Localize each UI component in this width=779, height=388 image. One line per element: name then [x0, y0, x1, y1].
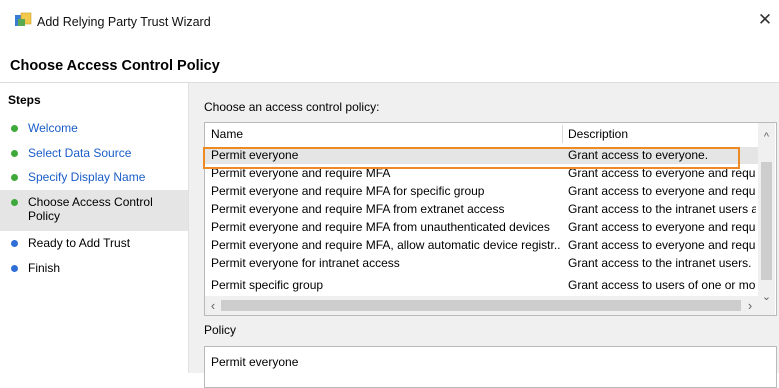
policy-name: Permit everyone and require MFA from ext… [211, 202, 505, 216]
policy-row[interactable]: Permit everyone and require MFA from una… [205, 219, 758, 236]
step-current-icon [11, 199, 18, 206]
step-complete-icon [11, 174, 18, 181]
policy-description: Grant access to everyone and requir [568, 184, 756, 198]
step-choose-access-control-policy[interactable]: Choose Access Control Policy [0, 190, 188, 231]
title-bar: Add Relying Party Trust Wizard ✕ [0, 0, 779, 44]
step-label: Ready to Add Trust [28, 236, 131, 250]
page-title: Choose Access Control Policy [10, 58, 220, 74]
window-title: Add Relying Party Trust Wizard [37, 15, 211, 29]
policy-description: Grant access to the intranet users an [568, 202, 756, 216]
policy-label: Policy [204, 323, 237, 337]
step-label: Specify Display Name [28, 170, 146, 184]
step-label: Select Data Source [28, 146, 132, 160]
policy-description: Grant access to users of one or more [568, 278, 756, 292]
vertical-scrollbar[interactable]: ^ ⌄ [758, 123, 775, 315]
policy-row[interactable]: Permit everyone and require MFA for spec… [205, 183, 758, 200]
scroll-thumb[interactable] [221, 300, 741, 311]
policy-description: Grant access to the intranet users. [568, 256, 752, 270]
step-select-data-source[interactable]: Select Data Source [0, 145, 188, 163]
step-specify-display-name[interactable]: Specify Display Name [0, 169, 188, 187]
policy-value: Permit everyone [211, 355, 299, 369]
scroll-left-icon[interactable]: ‹ [205, 297, 221, 314]
policy-name: Permit everyone and require MFA for spec… [211, 184, 485, 198]
policy-name: Permit everyone for intranet access [211, 256, 400, 270]
policy-row[interactable]: Permit everyone and require MFA, allow a… [205, 237, 758, 254]
step-pending-icon [11, 265, 18, 272]
steps-heading: Steps [8, 93, 41, 107]
policy-list-label: Choose an access control policy: [204, 100, 380, 114]
step-label: Finish [28, 261, 61, 275]
column-divider[interactable] [562, 125, 563, 143]
policy-row[interactable]: Permit everyone for intranet access Gran… [205, 255, 758, 272]
policy-detail-box: Permit everyone [204, 346, 777, 388]
column-header-name[interactable]: Name [211, 123, 243, 145]
main-content: Choose an access control policy: Name De… [189, 83, 779, 388]
scroll-up-icon[interactable]: ^ [758, 129, 775, 145]
policy-description: Grant access to everyone and requir [568, 238, 756, 252]
policy-description: Grant access to everyone and requir [568, 220, 756, 234]
horizontal-scrollbar[interactable]: ‹ › [205, 296, 758, 315]
scroll-right-icon[interactable]: › [742, 297, 758, 314]
step-label: Choose Access Control Policy [28, 195, 153, 223]
step-ready-to-add-trust[interactable]: Ready to Add Trust [0, 235, 188, 253]
selection-highlight [203, 147, 740, 169]
policy-name: Permit everyone and require MFA from una… [211, 220, 550, 234]
relying-party-trust-icon [15, 12, 32, 26]
policy-row[interactable]: Permit everyone and require MFA from ext… [205, 201, 758, 218]
scroll-down-icon[interactable]: ⌄ [758, 289, 775, 305]
step-pending-icon [11, 240, 18, 247]
policy-name: Permit everyone and require MFA, allow a… [211, 238, 561, 252]
step-complete-icon [11, 125, 18, 132]
steps-panel: Steps Welcome Select Data Source Specify… [0, 83, 189, 373]
step-complete-icon [11, 150, 18, 157]
column-header-description[interactable]: Description [568, 123, 628, 145]
policy-row[interactable]: Permit specific group Grant access to us… [205, 273, 758, 296]
scroll-thumb[interactable] [761, 162, 772, 280]
step-label: Welcome [28, 121, 78, 135]
policy-name: Permit specific group [211, 278, 324, 292]
close-icon[interactable]: ✕ [756, 11, 774, 29]
step-welcome[interactable]: Welcome [0, 120, 188, 138]
page-header: Choose Access Control Policy [0, 44, 779, 83]
step-finish[interactable]: Finish [0, 260, 188, 278]
